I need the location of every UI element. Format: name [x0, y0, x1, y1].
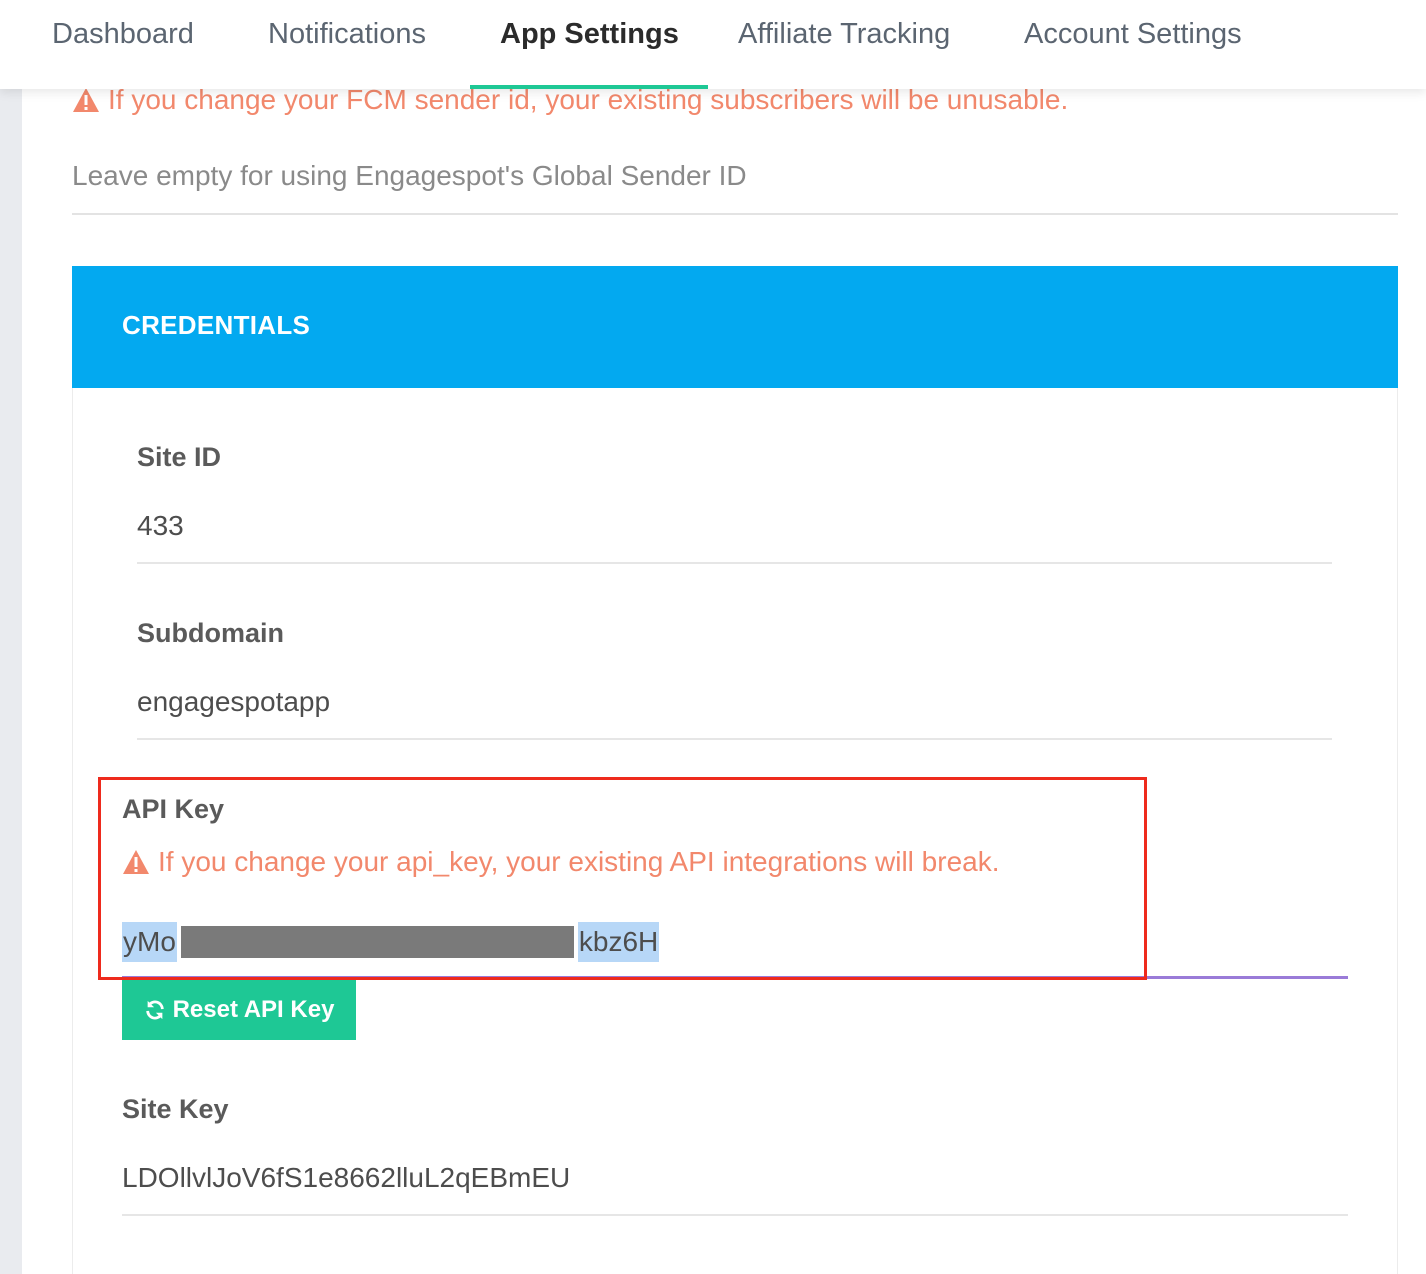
site-key-value: LDOllvlJoV6fS1e8662lluL2qEBmEU: [122, 1162, 571, 1193]
site-key-underline: [122, 1214, 1348, 1216]
refresh-icon: [144, 999, 166, 1021]
tab-app-settings[interactable]: App Settings: [500, 0, 679, 89]
site-id-label: Site ID: [137, 442, 222, 472]
credentials-title: CREDENTIALS: [122, 310, 311, 340]
tab-notifications[interactable]: Notifications: [268, 0, 426, 89]
subdomain-label: Subdomain: [137, 618, 284, 648]
active-tab-indicator: [470, 85, 708, 89]
site-id-value: 433: [137, 510, 184, 541]
tab-dashboard[interactable]: Dashboard: [52, 0, 194, 89]
left-sidebar-strip: [0, 0, 22, 1274]
subdomain-underline: [137, 738, 1332, 740]
sender-id-underline: [72, 213, 1398, 215]
subdomain-value: engagespotapp: [137, 686, 331, 717]
sender-id-input[interactable]: Leave empty for using Engagespot's Globa…: [72, 160, 747, 192]
site-key-label: Site Key: [122, 1094, 229, 1124]
reset-api-key-button[interactable]: Reset API Key: [122, 980, 356, 1040]
top-navigation: Dashboard Notifications App Settings Aff…: [0, 0, 1426, 89]
warning-triangle-icon: [72, 87, 100, 113]
site-id-underline: [137, 562, 1332, 564]
reset-api-key-label: Reset API Key: [172, 996, 335, 1023]
tab-account-settings[interactable]: Account Settings: [1024, 0, 1242, 89]
tab-affiliate-tracking[interactable]: Affiliate Tracking: [738, 0, 950, 89]
api-key-highlight-box: [98, 777, 1147, 980]
